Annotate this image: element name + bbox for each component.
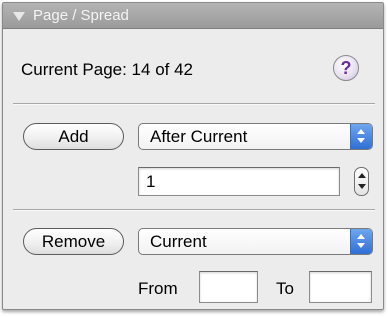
- panel-title-bar[interactable]: Page / Spread: [3, 3, 383, 29]
- help-icon[interactable]: ?: [333, 55, 359, 81]
- insert-position-value: After Current: [150, 127, 248, 146]
- page-spread-panel: Page / Spread Current Page: 14 of 42 ? A…: [2, 2, 384, 310]
- select-arrows-icon: [350, 229, 372, 254]
- add-button[interactable]: Add: [23, 123, 124, 150]
- remove-button[interactable]: Remove: [23, 228, 124, 255]
- stepper-down-icon[interactable]: [358, 184, 366, 189]
- remove-range-value: Current: [150, 232, 207, 251]
- from-label: From: [138, 279, 178, 298]
- current-page-label: Current Page: 14 of 42: [21, 60, 194, 79]
- to-label: To: [276, 279, 294, 298]
- panel-title: Page / Spread: [33, 7, 129, 24]
- to-page-input[interactable]: [309, 271, 372, 303]
- insert-position-select[interactable]: After Current: [138, 123, 373, 150]
- separator: [13, 209, 375, 211]
- disclosure-triangle-icon[interactable]: [13, 12, 25, 21]
- separator: [13, 103, 375, 105]
- page-count-input[interactable]: 1: [138, 167, 340, 196]
- from-page-input[interactable]: [199, 271, 258, 303]
- select-arrows-icon: [350, 124, 372, 149]
- page-count-stepper[interactable]: [354, 167, 369, 196]
- remove-range-select[interactable]: Current: [138, 228, 373, 255]
- stepper-up-icon[interactable]: [358, 173, 366, 178]
